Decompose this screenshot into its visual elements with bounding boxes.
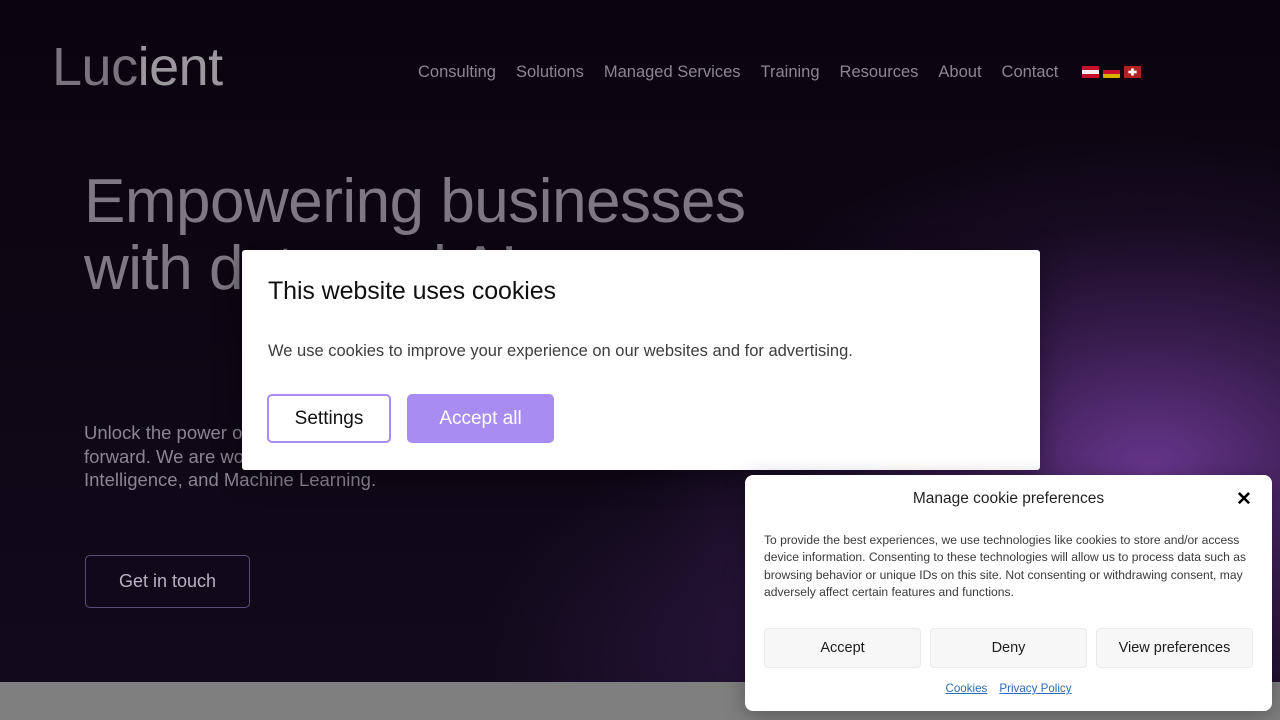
cookie-accept-all-button[interactable]: Accept all — [407, 394, 554, 443]
cookie-modal-body: We use cookies to improve your experienc… — [268, 342, 853, 360]
nav-item-resources[interactable]: Resources — [830, 60, 929, 84]
nav-item-training[interactable]: Training — [751, 60, 830, 84]
cookie-modal-actions: Settings Accept all — [267, 394, 554, 443]
nav-item-about[interactable]: About — [928, 60, 991, 84]
preferences-panel-body: To provide the best experiences, we use … — [764, 533, 1247, 599]
cookie-settings-button[interactable]: Settings — [267, 394, 391, 443]
site-header: Lucient Consulting Solutions Managed Ser… — [0, 0, 1280, 140]
flag-germany-icon[interactable] — [1103, 66, 1121, 78]
cookies-link[interactable]: Cookies — [945, 682, 987, 695]
nav-item-consulting[interactable]: Consulting — [418, 60, 506, 84]
page-root: Lucient Consulting Solutions Managed Ser… — [0, 0, 1280, 720]
main-navigation: Consulting Solutions Managed Services Tr… — [418, 60, 1142, 84]
close-icon[interactable]: ✕ — [1233, 489, 1255, 511]
cookie-consent-modal: This website uses cookies We use cookies… — [242, 250, 1040, 470]
site-logo[interactable]: Lucient — [52, 40, 223, 94]
site-logo-bold: ient — [137, 37, 224, 97]
cookie-modal-title: This website uses cookies — [268, 277, 556, 305]
flag-switzerland-icon[interactable] — [1124, 66, 1142, 78]
manage-cookie-preferences-panel: Manage cookie preferences ✕ To provide t… — [745, 475, 1272, 711]
preferences-panel-title: Manage cookie preferences — [912, 490, 1105, 507]
preferences-panel-links: Cookies Privacy Policy — [745, 682, 1272, 695]
preferences-deny-button[interactable]: Deny — [930, 628, 1087, 668]
privacy-policy-link[interactable]: Privacy Policy — [999, 682, 1071, 695]
preferences-panel-actions: Accept Deny View preferences — [764, 628, 1253, 668]
nav-item-solutions[interactable]: Solutions — [506, 60, 594, 84]
site-logo-light: Luc — [52, 37, 138, 97]
language-flags — [1082, 66, 1142, 78]
flag-austria-icon[interactable] — [1082, 66, 1100, 78]
preferences-accept-button[interactable]: Accept — [764, 628, 921, 668]
nav-item-managed-services[interactable]: Managed Services — [594, 60, 751, 84]
nav-item-contact[interactable]: Contact — [992, 60, 1069, 84]
preferences-view-preferences-button[interactable]: View preferences — [1096, 628, 1253, 668]
get-in-touch-button[interactable]: Get in touch — [85, 555, 250, 608]
